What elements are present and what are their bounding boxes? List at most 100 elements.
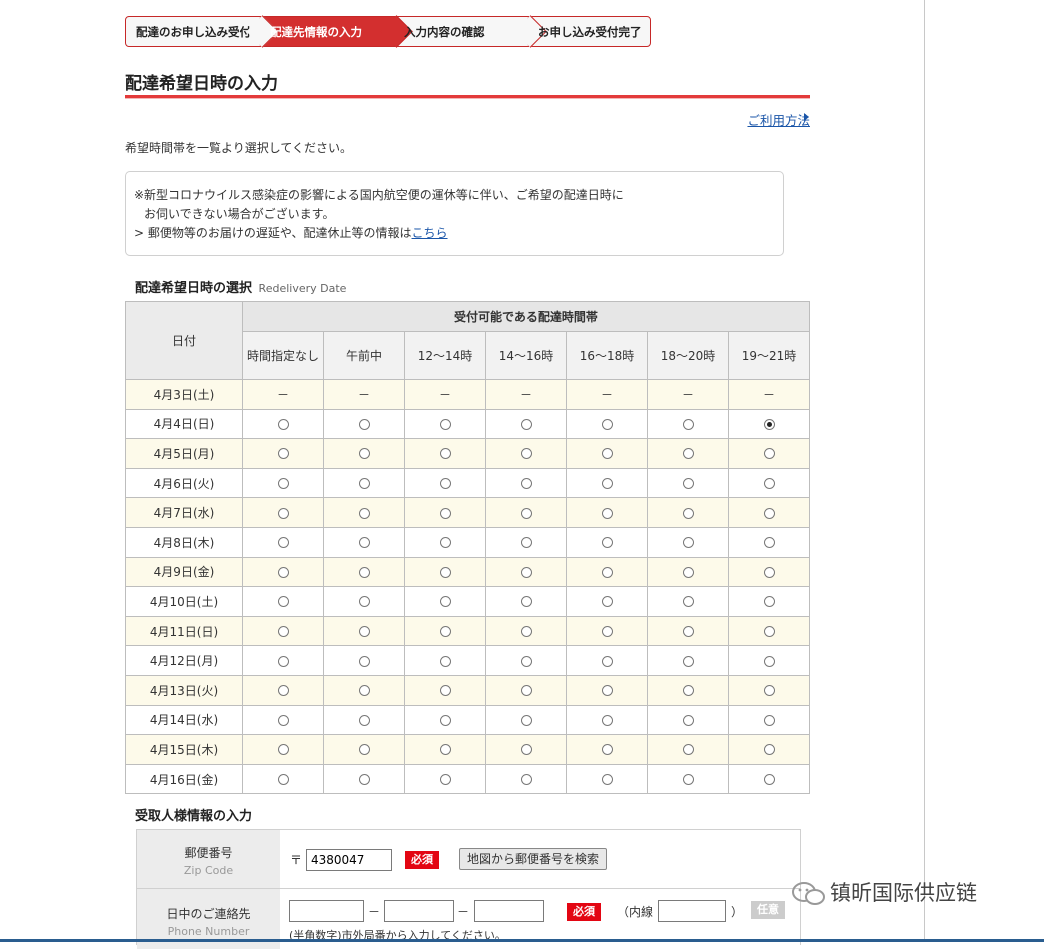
- slot-radio[interactable]: [763, 626, 775, 638]
- slot-radio[interactable]: [358, 478, 370, 490]
- slot-radio[interactable]: [439, 626, 451, 638]
- slot-radio[interactable]: [277, 507, 289, 519]
- slot-radio[interactable]: [439, 714, 451, 726]
- slot-radio[interactable]: [358, 655, 370, 667]
- slot-radio[interactable]: [763, 566, 775, 578]
- slot-radio[interactable]: [277, 744, 289, 756]
- slot-radio[interactable]: [601, 685, 613, 697]
- slot-radio[interactable]: [682, 507, 694, 519]
- slot-radio[interactable]: [763, 418, 775, 430]
- slot-radio[interactable]: [682, 655, 694, 667]
- slot-radio[interactable]: [358, 507, 370, 519]
- slot-radio[interactable]: [520, 714, 532, 726]
- slot-radio[interactable]: [520, 418, 532, 430]
- slot-radio[interactable]: [439, 685, 451, 697]
- zip-code-input[interactable]: [306, 849, 392, 871]
- slot-radio[interactable]: [439, 448, 451, 460]
- slot-radio[interactable]: [358, 566, 370, 578]
- slot-radio[interactable]: [439, 744, 451, 756]
- slot-radio[interactable]: [277, 626, 289, 638]
- slot-radio[interactable]: [682, 744, 694, 756]
- slot-radio[interactable]: [601, 566, 613, 578]
- phone-area-input[interactable]: [289, 900, 364, 922]
- slot-radio[interactable]: [439, 596, 451, 608]
- slot-radio[interactable]: [601, 655, 613, 667]
- slot-radio[interactable]: [682, 418, 694, 430]
- slot-radio[interactable]: [601, 507, 613, 519]
- slot-radio[interactable]: [601, 596, 613, 608]
- slot-radio[interactable]: [439, 418, 451, 430]
- slot-radio[interactable]: [358, 685, 370, 697]
- slot-radio[interactable]: [601, 774, 613, 786]
- slot-radio[interactable]: [439, 655, 451, 667]
- slot-radio[interactable]: [277, 714, 289, 726]
- slot-radio[interactable]: [358, 626, 370, 638]
- slot-radio[interactable]: [520, 774, 532, 786]
- slot-radio[interactable]: [763, 478, 775, 490]
- slot-radio[interactable]: [439, 478, 451, 490]
- table-row: 4月13日(火): [125, 674, 810, 706]
- slot-radio[interactable]: [682, 448, 694, 460]
- phone-number-input[interactable]: [474, 900, 544, 922]
- slot-radio[interactable]: [763, 507, 775, 519]
- slot-radio[interactable]: [682, 478, 694, 490]
- slot-radio[interactable]: [601, 714, 613, 726]
- slot-radio[interactable]: [520, 478, 532, 490]
- slot-radio[interactable]: [520, 596, 532, 608]
- phone-exchange-input[interactable]: [384, 900, 454, 922]
- slot-radio[interactable]: [601, 744, 613, 756]
- slot-radio[interactable]: [439, 566, 451, 578]
- slot-radio[interactable]: [520, 744, 532, 756]
- slot-radio[interactable]: [277, 596, 289, 608]
- slot-radio[interactable]: [277, 448, 289, 460]
- slot-radio[interactable]: [358, 448, 370, 460]
- slot-radio[interactable]: [682, 596, 694, 608]
- extension-input[interactable]: [658, 900, 726, 922]
- slot-radio[interactable]: [520, 685, 532, 697]
- slot-radio[interactable]: [439, 507, 451, 519]
- slot-radio[interactable]: [358, 714, 370, 726]
- slot-radio[interactable]: [277, 418, 289, 430]
- slot-radio[interactable]: [358, 537, 370, 549]
- slot-radio[interactable]: [601, 418, 613, 430]
- slot-radio[interactable]: [520, 507, 532, 519]
- slot-radio[interactable]: [277, 566, 289, 578]
- slot-radio[interactable]: [601, 626, 613, 638]
- slot-radio[interactable]: [682, 714, 694, 726]
- slot-radio[interactable]: [277, 478, 289, 490]
- slot-radio[interactable]: [763, 537, 775, 549]
- slot-radio[interactable]: [358, 774, 370, 786]
- zip-search-button[interactable]: 地図から郵便番号を検索: [459, 848, 608, 870]
- slot-radio[interactable]: [682, 685, 694, 697]
- notice-link[interactable]: こちら: [412, 226, 448, 240]
- slot-radio[interactable]: [601, 478, 613, 490]
- slot-radio[interactable]: [763, 714, 775, 726]
- slot-radio[interactable]: [682, 774, 694, 786]
- slot-radio[interactable]: [763, 448, 775, 460]
- slot-radio[interactable]: [763, 655, 775, 667]
- slot-radio[interactable]: [601, 448, 613, 460]
- slot-radio[interactable]: [520, 448, 532, 460]
- slot-radio[interactable]: [277, 655, 289, 667]
- slot-radio[interactable]: [358, 418, 370, 430]
- slot-radio[interactable]: [520, 537, 532, 549]
- help-link[interactable]: ご利用方法: [747, 110, 810, 129]
- slot-radio[interactable]: [358, 596, 370, 608]
- slot-radio[interactable]: [520, 566, 532, 578]
- slot-radio[interactable]: [277, 537, 289, 549]
- slot-radio[interactable]: [682, 566, 694, 578]
- slot-radio[interactable]: [763, 685, 775, 697]
- slot-radio[interactable]: [277, 774, 289, 786]
- slot-radio[interactable]: [763, 596, 775, 608]
- slot-radio[interactable]: [358, 744, 370, 756]
- slot-radio[interactable]: [601, 537, 613, 549]
- slot-radio[interactable]: [439, 537, 451, 549]
- slot-radio[interactable]: [520, 626, 532, 638]
- slot-radio[interactable]: [439, 774, 451, 786]
- slot-radio[interactable]: [682, 626, 694, 638]
- slot-radio[interactable]: [520, 655, 532, 667]
- slot-radio[interactable]: [763, 744, 775, 756]
- slot-radio[interactable]: [682, 537, 694, 549]
- slot-radio[interactable]: [277, 685, 289, 697]
- slot-radio[interactable]: [763, 774, 775, 786]
